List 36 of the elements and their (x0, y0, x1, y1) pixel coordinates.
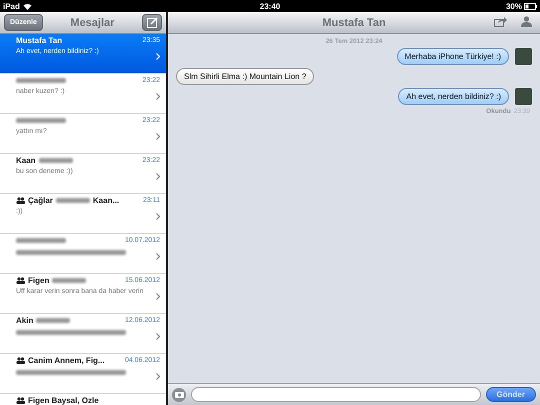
person-icon[interactable] (521, 16, 532, 27)
battery-percent: 30% (506, 2, 522, 10)
chevron-icon (156, 133, 160, 140)
clock-time: 23:40 (260, 2, 280, 10)
contact-name: Figen Baysal, Ozle (28, 396, 99, 405)
received-message: Slm Sihirli Elma :) Mountain Lion ? (176, 68, 314, 85)
wifi-icon (22, 2, 32, 10)
chevron-icon (156, 213, 160, 220)
chevron-icon (156, 53, 160, 60)
contact-name: Canim Annem, Fig... (28, 356, 105, 365)
chevron-icon (156, 173, 160, 180)
compose-icon (146, 17, 158, 28)
device-name: iPad (3, 2, 20, 10)
chevron-icon (156, 93, 160, 100)
chevron-icon (156, 333, 160, 340)
chevron-icon (156, 373, 160, 380)
sidebar-title: Mesajlar (70, 16, 114, 28)
chat-title: Mustafa Tan (322, 16, 386, 28)
message-input[interactable] (191, 387, 481, 402)
compose-button[interactable] (142, 14, 162, 31)
camera-icon (174, 391, 184, 398)
contact-name: Kaan... (92, 196, 120, 205)
camera-button[interactable] (172, 388, 186, 402)
sent-message: Merhaba iPhone Türkiye! :) (396, 48, 509, 65)
contact-name: Kaan (16, 156, 36, 165)
sent-message: Ah evet, nerden bildiniz? :) (398, 88, 509, 105)
contact-name: Figen (28, 276, 50, 285)
contact-name: Çağlar (28, 196, 53, 205)
photo-placeholder (515, 88, 532, 105)
chevron-icon (156, 293, 160, 300)
share-icon[interactable] (494, 16, 507, 27)
battery-icon (524, 2, 537, 10)
photo-placeholder (515, 48, 532, 65)
contact-name: Mustafa Tan (16, 36, 62, 45)
chevron-icon (156, 253, 160, 260)
contact-name: Akin (16, 316, 34, 325)
